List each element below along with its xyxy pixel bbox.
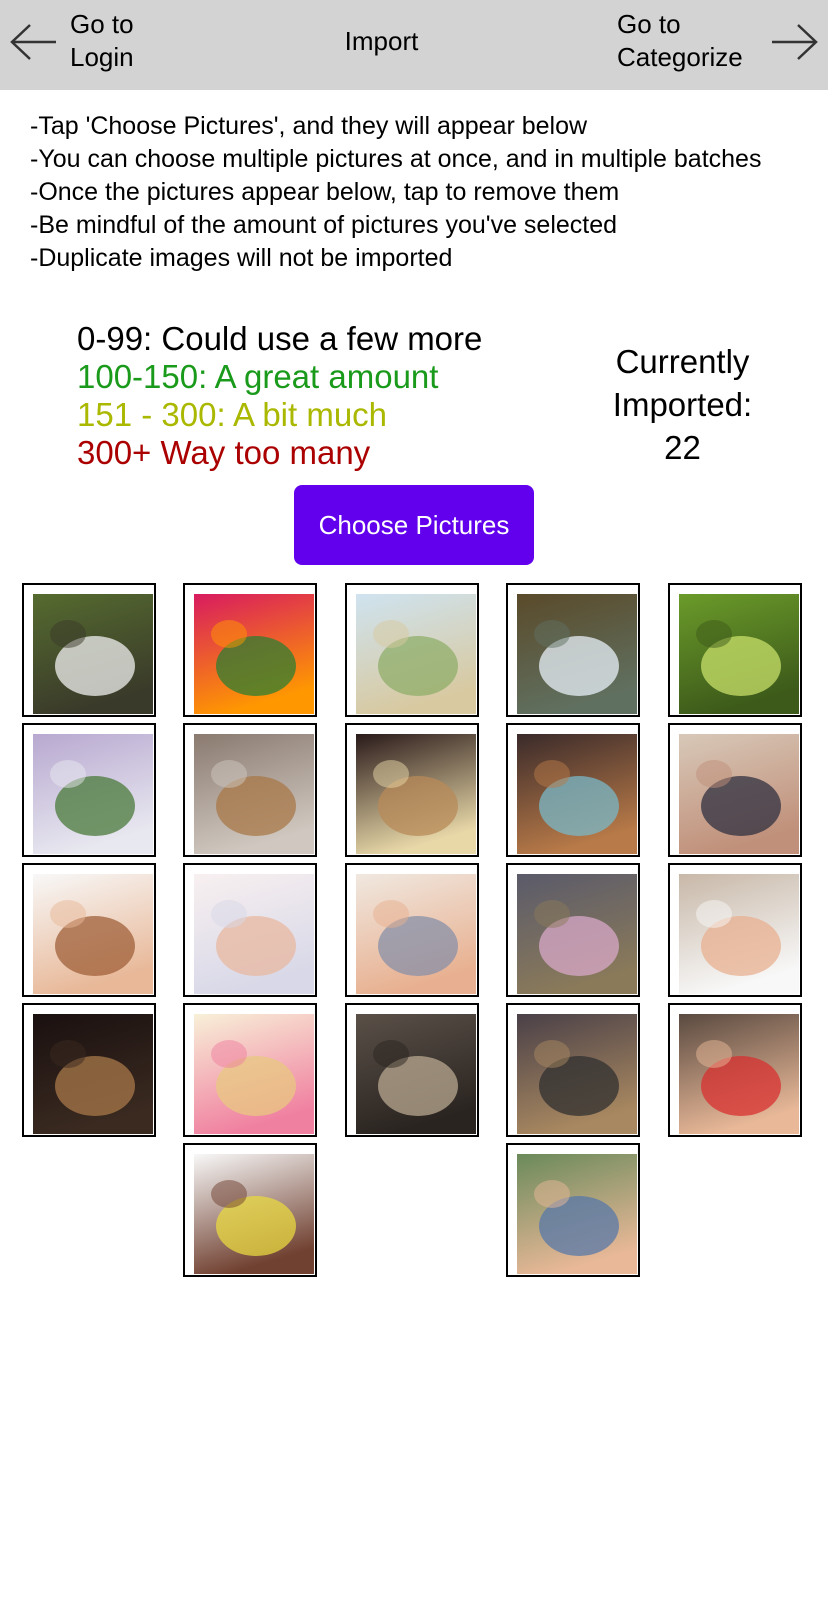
green-leaves-photo: [679, 594, 799, 714]
picture-tile[interactable]: [506, 863, 640, 997]
picture-tile[interactable]: [22, 723, 156, 857]
instruction-item: -Once the pictures appear below, tap to …: [30, 178, 620, 206]
waterfall-photo: [33, 594, 153, 714]
cat-on-bed-photo: [517, 1014, 637, 1134]
big-family-photo: [517, 1154, 637, 1274]
instructions-list: -Tap 'Choose Pictures', and they will ap…: [30, 110, 810, 275]
picture-tile[interactable]: [22, 863, 156, 997]
instruction-item: -Duplicate images will not be imported: [30, 244, 453, 272]
cat-on-blanket-photo: [194, 734, 314, 854]
grandparents-photo: [356, 874, 476, 994]
picture-tile[interactable]: [183, 583, 317, 717]
go-to-categorize-line-1: Go to: [617, 9, 681, 39]
picture-tile[interactable]: [22, 1003, 156, 1137]
beach-grass-photo: [356, 594, 476, 714]
arrow-right-icon[interactable]: [770, 22, 820, 62]
go-to-categorize-button[interactable]: Go to Categorize: [617, 8, 743, 74]
navigation-bar: Go to Login Import Go to Categorize: [0, 0, 828, 90]
boy-portrait-photo: [679, 874, 799, 994]
picture-tile[interactable]: [506, 583, 640, 717]
picture-tile[interactable]: [668, 1003, 802, 1137]
picture-tile[interactable]: [183, 1143, 317, 1277]
cat-on-quilt-photo: [517, 874, 637, 994]
misty-waterfall-photo: [33, 734, 153, 854]
instruction-item: -You can choose multiple pictures at onc…: [30, 145, 762, 173]
cat-on-pillow-photo: [517, 734, 637, 854]
counter-label: Currently Imported:: [612, 343, 753, 423]
pink-flowers-photo: [194, 594, 314, 714]
picture-tile[interactable]: [345, 863, 479, 997]
family-red-shirts-photo: [679, 1014, 799, 1134]
cat-closeup-photo: [356, 1014, 476, 1134]
choose-pictures-button[interactable]: Choose Pictures: [294, 485, 534, 565]
legend-too-many: 300+ Way too many: [77, 434, 371, 471]
amount-legend: 0-99: Could use a few more 100-150: A gr…: [77, 320, 482, 472]
picture-tile[interactable]: [506, 1003, 640, 1137]
cat-on-couch-photo: [356, 734, 476, 854]
go-to-categorize-line-2: Categorize: [617, 42, 743, 72]
picture-tile[interactable]: [183, 1003, 317, 1137]
picture-tile[interactable]: [345, 723, 479, 857]
falls-river-photo: [517, 594, 637, 714]
legend-great: 100-150: A great amount: [77, 358, 439, 395]
picture-tile[interactable]: [506, 723, 640, 857]
instruction-item: -Be mindful of the amount of pictures yo…: [30, 211, 618, 239]
picture-tile[interactable]: [183, 723, 317, 857]
picture-tile[interactable]: [345, 583, 479, 717]
instruction-item: -Tap 'Choose Pictures', and they will ap…: [30, 112, 588, 140]
picture-tile[interactable]: [506, 1143, 640, 1277]
grandpa-child-photo: [194, 874, 314, 994]
legend-few: 0-99: Could use a few more: [77, 320, 483, 357]
picture-tile[interactable]: [345, 1003, 479, 1137]
grandparents-kids-photo: [194, 1154, 314, 1274]
blonde-teen-photo: [194, 1014, 314, 1134]
smiling-girl-photo: [33, 874, 153, 994]
counter-value: 22: [664, 429, 701, 466]
picture-tile[interactable]: [668, 863, 802, 997]
legend-bit-much: 151 - 300: A bit much: [77, 396, 388, 433]
imported-counter: Currently Imported: 22: [590, 340, 775, 469]
picture-tile[interactable]: [668, 723, 802, 857]
picture-tile[interactable]: [668, 583, 802, 717]
picture-tile[interactable]: [22, 583, 156, 717]
family-portrait-photo: [679, 734, 799, 854]
cat-sitting-photo: [33, 1014, 153, 1134]
picture-tile[interactable]: [183, 863, 317, 997]
